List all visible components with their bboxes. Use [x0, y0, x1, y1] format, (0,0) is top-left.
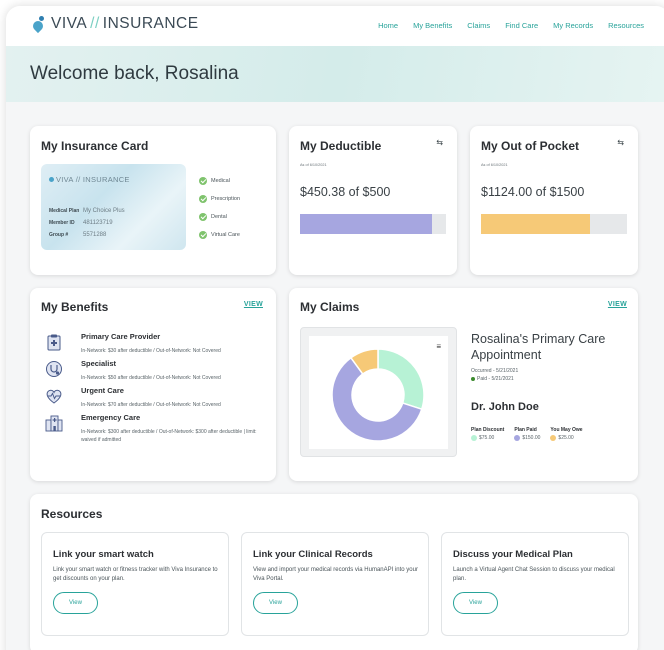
member-id-card[interactable]: VIVA // INSURANCE Medical Plan My Choice … — [41, 164, 186, 250]
out-of-pocket-progress-bar — [481, 214, 627, 234]
hospital-building-icon — [45, 415, 63, 432]
benefit-title: Primary Care Provider — [81, 332, 161, 341]
swap-arrows-icon[interactable]: ⇆ — [436, 138, 443, 147]
resource-title: Link your smart watch — [53, 549, 154, 560]
claim-chart-container: ≡ — [300, 327, 457, 457]
out-of-pocket-as-of: As of 6/10/2021 — [481, 163, 508, 167]
benefit-description: In-Network: $30 after deductible / Out-o… — [81, 348, 221, 354]
card-field-plan: Medical Plan My Choice Plus — [49, 208, 125, 214]
clipboard-medical-icon — [47, 334, 61, 351]
viva-logo-icon — [49, 177, 54, 182]
app-window: VIVA//INSURANCE Home My Benefits Claims … — [6, 6, 664, 650]
nav-home[interactable]: Home — [378, 21, 398, 30]
resource-view-button[interactable]: View — [53, 592, 98, 614]
brand-logo[interactable]: VIVA//INSURANCE — [30, 15, 199, 34]
benefits-panel: My Benefits VIEW Primary Care Provider I… — [30, 288, 276, 481]
resource-view-button[interactable]: View — [253, 592, 298, 614]
claims-title: My Claims — [300, 300, 360, 314]
legend-plan-paid: Plan Paid $150.00 — [514, 427, 541, 441]
card-field-group: Group #5571288 — [49, 232, 107, 238]
out-of-pocket-progress-fill — [481, 214, 591, 234]
resource-view-button[interactable]: View — [453, 592, 498, 614]
nav-claims[interactable]: Claims — [467, 21, 490, 30]
claims-panel: My Claims VIEW ≡ Rosalina's Primary Care… — [289, 288, 638, 481]
welcome-heading: Welcome back, Rosalina — [30, 63, 239, 84]
nav-my-records[interactable]: My Records — [553, 21, 593, 30]
out-of-pocket-amount: $1124.00 of $1500 — [481, 185, 585, 199]
stethoscope-badge-icon — [46, 361, 62, 377]
card-brand: VIVA // INSURANCE — [49, 175, 130, 184]
claim-chart: ≡ — [309, 336, 448, 449]
hamburger-menu-icon[interactable]: ≡ — [436, 342, 441, 351]
swap-arrows-icon[interactable]: ⇆ — [617, 138, 624, 147]
heart-pulse-icon — [46, 389, 62, 404]
resource-description: Link your smart watch or fitness tracker… — [53, 567, 218, 582]
legend-swatch — [514, 435, 521, 441]
claim-occurred-date: Occurred - 5/21/2021 — [471, 368, 519, 374]
coverage-item: Virtual Care — [199, 226, 240, 244]
deductible-panel: My Deductible ⇆ As of 6/10/2021 $450.38 … — [289, 126, 457, 275]
claim-doctor: Dr. John Doe — [471, 401, 539, 413]
benefit-title: Specialist — [81, 359, 117, 368]
benefit-title: Emergency Care — [81, 413, 141, 422]
legend-swatch — [471, 435, 477, 441]
legend-swatch — [550, 435, 557, 441]
viva-logo-icon — [30, 16, 48, 34]
benefits-title: My Benefits — [41, 300, 109, 314]
coverage-list: Medical Prescription Dental Virtual Care — [199, 172, 240, 244]
benefit-description: In-Network: $70 after deductible / Out-o… — [81, 402, 221, 408]
brand-name: VIVA//INSURANCE — [51, 15, 199, 32]
check-circle-icon — [199, 213, 207, 221]
check-circle-icon — [199, 177, 207, 185]
nav-my-benefits[interactable]: My Benefits — [413, 21, 452, 30]
resource-clinical-records: Link your Clinical Records View and impo… — [241, 532, 429, 636]
status-dot-icon — [471, 377, 475, 381]
benefit-description: In-Network: $300 after deductible / Out-… — [81, 429, 257, 443]
legend-plan-discount: Plan Discount $75.00 — [471, 427, 505, 441]
resources-title: Resources — [41, 507, 103, 521]
deductible-title: My Deductible — [300, 139, 382, 153]
deductible-amount: $450.38 of $500 — [300, 185, 391, 199]
benefits-view-link[interactable]: VIEW — [244, 301, 263, 308]
claim-donut-chart — [331, 348, 425, 442]
top-navigation: VIVA//INSURANCE Home My Benefits Claims … — [6, 6, 664, 46]
nav-resources[interactable]: Resources — [608, 21, 644, 30]
insurance-card-title: My Insurance Card — [41, 139, 149, 153]
resources-panel: Resources Link your smart watch Link you… — [30, 494, 638, 650]
deductible-progress-bar — [300, 214, 446, 234]
out-of-pocket-title: My Out of Pocket — [481, 139, 580, 153]
coverage-item: Medical — [199, 172, 240, 190]
deductible-progress-fill — [300, 214, 432, 234]
deductible-as-of: As of 6/10/2021 — [300, 163, 327, 167]
claim-title[interactable]: Rosalina's Primary Care Appointment — [471, 331, 631, 363]
claim-legend: Plan Discount $75.00 Plan Paid $150.00 Y… — [471, 427, 583, 441]
resource-description: View and import your medical records via… — [253, 567, 418, 582]
coverage-item: Dental — [199, 208, 240, 226]
resource-smart-watch: Link your smart watch Link your smart wa… — [41, 532, 229, 636]
claims-view-link[interactable]: VIEW — [608, 301, 627, 308]
resource-description: Launch a Virtual Agent Chat Session to d… — [453, 567, 615, 582]
out-of-pocket-panel: My Out of Pocket ⇆ As of 6/10/2021 $1124… — [470, 126, 638, 275]
check-circle-icon — [199, 231, 207, 239]
check-circle-icon — [199, 195, 207, 203]
benefit-description: In-Network: $50 after deductible / Out-o… — [81, 375, 221, 381]
legend-you-may-owe: You May Owe $25.00 — [550, 427, 583, 441]
donut-slice-plan-discount[interactable] — [377, 348, 425, 411]
resource-medical-plan: Discuss your Medical Plan Launch a Virtu… — [441, 532, 629, 636]
resource-title: Link your Clinical Records — [253, 549, 373, 560]
insurance-card-panel: My Insurance Card VIVA // INSURANCE Medi… — [30, 126, 276, 275]
nav-links: Home My Benefits Claims Find Care My Rec… — [378, 21, 644, 30]
card-field-member-id: Member ID 481123719 — [49, 220, 113, 226]
benefit-title: Urgent Care — [81, 386, 124, 395]
coverage-item: Prescription — [199, 190, 240, 208]
welcome-banner: Welcome back, Rosalina — [6, 46, 664, 102]
nav-find-care[interactable]: Find Care — [505, 21, 538, 30]
claim-paid-status: Paid - 5/21/2021 — [471, 376, 514, 382]
resource-title: Discuss your Medical Plan — [453, 549, 573, 560]
